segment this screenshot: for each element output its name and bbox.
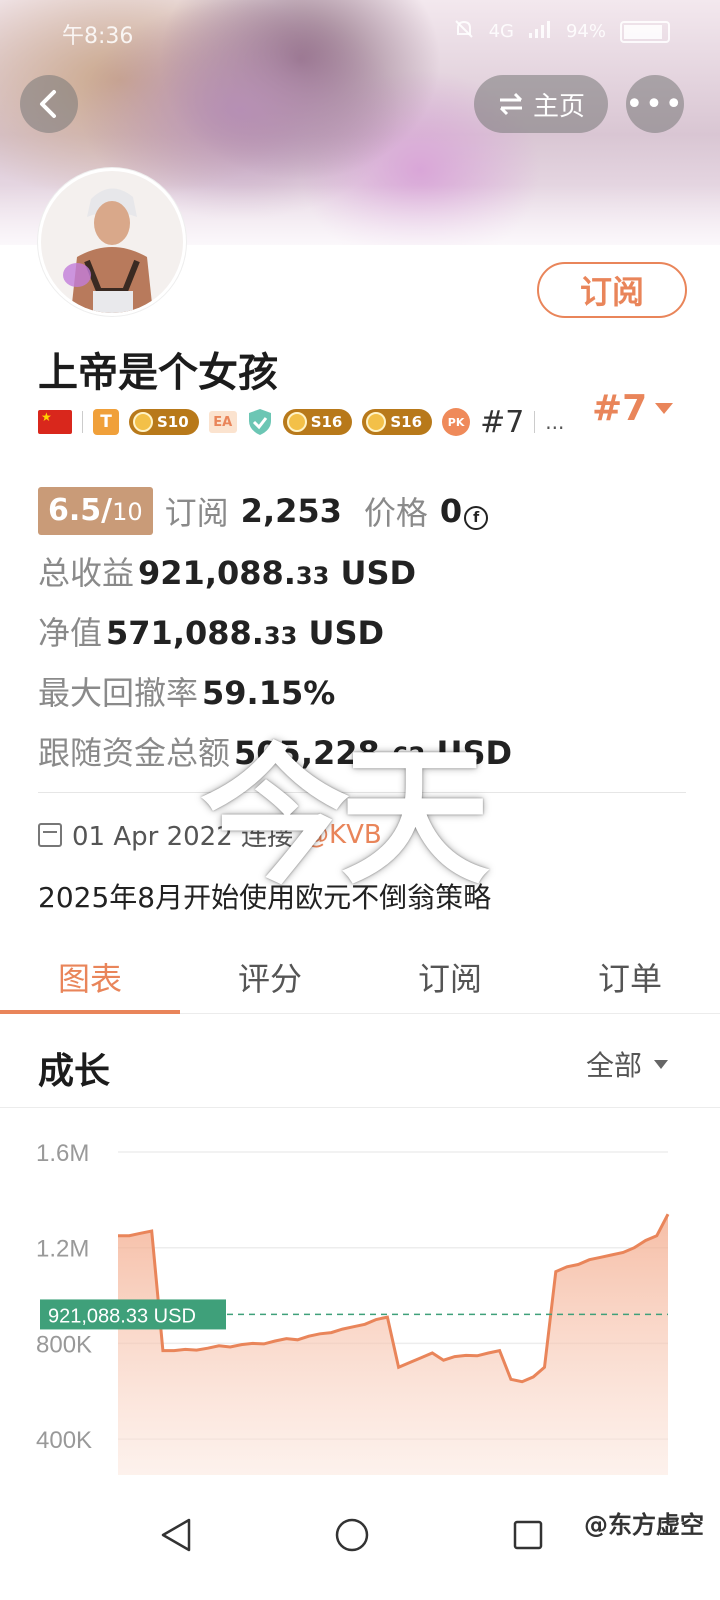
home-button[interactable]: 主页 <box>474 75 608 133</box>
coin-icon: f <box>464 506 489 530</box>
y-tick-label: 800K <box>36 1331 92 1358</box>
y-tick-label: 400K <box>36 1427 92 1454</box>
strategy-description: 2025年8月开始使用欧元不倒翁策略 <box>38 881 492 914</box>
credit-text: @东方虚空 <box>584 1511 704 1539</box>
section-title: 成长 <box>38 1051 111 1092</box>
signal-icon <box>528 19 552 44</box>
badge-row: T S10 EA S16 S16 PK #7 ... <box>38 402 564 442</box>
calendar-icon <box>38 822 62 847</box>
circle-home-icon <box>335 1518 369 1552</box>
medal-icon <box>286 412 307 432</box>
net-value-row: 净值 571,088.33 USD <box>38 614 385 652</box>
score-row: 6.5/10 订阅 2,253 价格 0f <box>38 486 489 536</box>
price-value: 0f <box>440 492 489 530</box>
battery-icon <box>620 20 670 43</box>
connect-date-row: 01 Apr 2022 连接 @KVB <box>38 816 382 853</box>
rank-dropdown[interactable]: #7 <box>592 388 674 429</box>
rank-value: #7 <box>592 388 648 429</box>
rating-badge: 6.5/10 <box>38 487 153 535</box>
badge-t: T <box>93 409 119 435</box>
connect-date: 01 Apr 2022 连接 <box>72 822 294 852</box>
chevron-left-icon <box>40 90 56 118</box>
nav-home-button[interactable] <box>322 1505 382 1565</box>
broker-mention[interactable]: @KVB <box>303 820 382 850</box>
growth-section-header: 成长 全部 <box>0 1020 720 1108</box>
more-badges[interactable]: ... <box>545 410 564 434</box>
price-label: 价格 <box>363 494 428 532</box>
status-bar: 午8:36 4G 94% <box>0 12 720 49</box>
divider <box>82 411 83 433</box>
battery-label: 94% <box>565 21 606 42</box>
subs-value: 2,253 <box>240 492 342 530</box>
tab-bar: 图表 评分 订阅 订单 <box>0 940 720 1014</box>
pk-flame-icon: PK <box>442 408 471 436</box>
medal-icon <box>133 412 153 432</box>
signal-medal-icon <box>366 412 387 432</box>
rank-small: #7 <box>480 404 525 440</box>
follow-funds-row: 跟随资金总额 505,228.62 USD <box>38 734 513 772</box>
square-recents-icon <box>513 1520 543 1550</box>
china-flag-icon <box>38 410 72 434</box>
more-dots-icon: ••• <box>625 86 685 122</box>
mute-icon <box>453 18 475 45</box>
divider <box>534 411 536 433</box>
badge-s16-a: S16 <box>282 409 353 435</box>
chevron-down-icon <box>655 403 674 414</box>
badge-s16-b: S16 <box>362 409 433 435</box>
nav-back-button[interactable] <box>146 1505 206 1565</box>
drawdown-row: 最大回撤率 59.15% <box>38 674 336 712</box>
avatar[interactable] <box>38 168 186 316</box>
y-tick-label: 1.2M <box>36 1236 89 1263</box>
reference-label: 921,088.33 USD <box>48 1305 196 1327</box>
badge-s10: S10 <box>129 409 199 435</box>
system-nav-bar: @东方虚空 <box>0 1475 720 1600</box>
badge-ea: EA <box>208 411 237 433</box>
nav-recents-button[interactable] <box>498 1505 558 1565</box>
tab-orders[interactable]: 订单 <box>540 940 720 1013</box>
subs-label: 订阅 <box>164 494 229 532</box>
chevron-down-icon <box>654 1059 668 1069</box>
divider <box>38 792 686 793</box>
triangle-back-icon <box>161 1518 191 1552</box>
shield-check-icon <box>248 409 271 435</box>
subscribe-button[interactable]: 订阅 <box>537 262 687 318</box>
total-income-row: 总收益 921,088.33 USD <box>38 554 417 592</box>
tab-chart[interactable]: 图表 <box>0 940 180 1014</box>
y-tick-label: 1.6M <box>36 1140 89 1167</box>
back-button[interactable] <box>20 75 78 133</box>
range-filter[interactable]: 全部 <box>586 1044 668 1084</box>
home-label: 主页 <box>532 91 585 122</box>
tab-rating[interactable]: 评分 <box>180 940 360 1013</box>
growth-chart[interactable]: 1.6M 1.2M 800K 400K 921,088.33 USD <box>0 1110 720 1475</box>
status-icons: 4G 94% <box>453 18 670 45</box>
more-button[interactable]: ••• <box>625 75 685 133</box>
swap-icon <box>499 92 523 116</box>
username: 上帝是个女孩 <box>38 350 278 396</box>
network-label: 4G <box>488 21 514 42</box>
status-time: 午8:36 <box>62 24 134 49</box>
tab-subscribe[interactable]: 订阅 <box>360 940 540 1013</box>
